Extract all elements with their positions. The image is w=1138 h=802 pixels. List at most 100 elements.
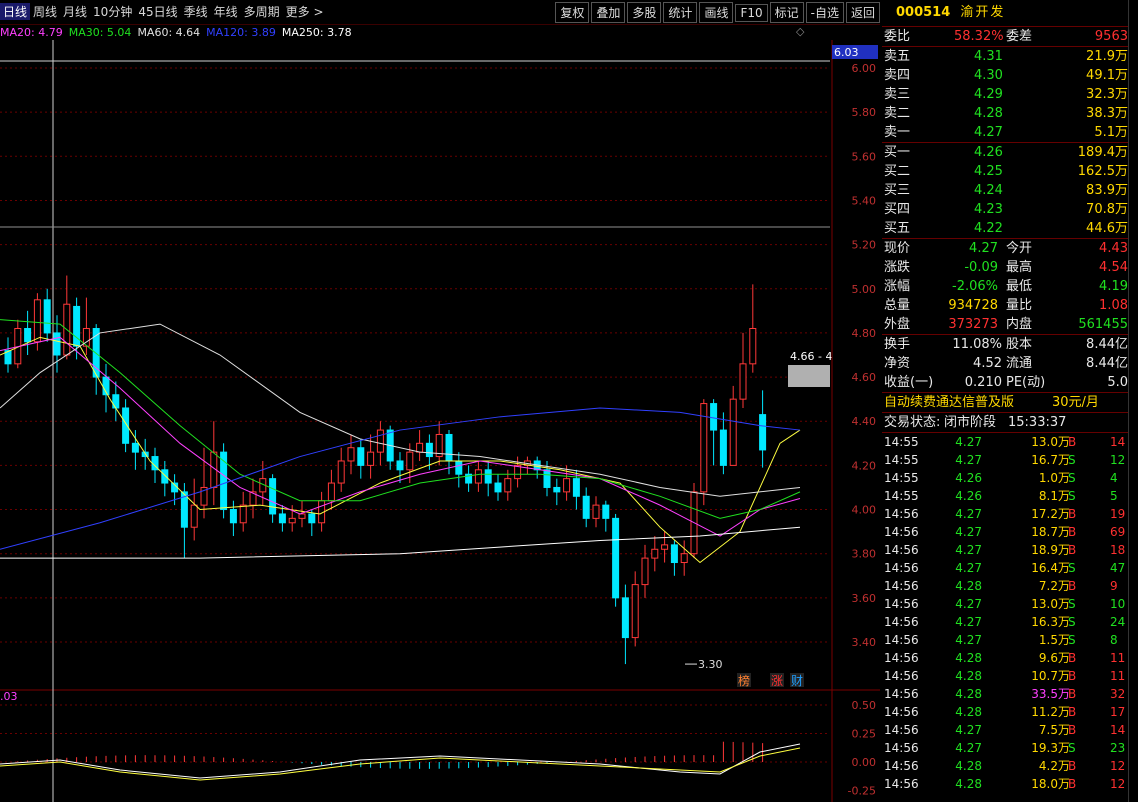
book-row: 买一 4.26 189.4万 [884,145,1128,160]
ask-book: 卖五 4.31 21.9万 卖四 4.30 49.1万 卖三 4.29 32.3万 卖二 4.28 3… [882,47,1128,143]
range-label: 4.66 - 4 [790,350,832,363]
tool-button[interactable]: 统计 [663,2,698,23]
tick-row: 14:56 4.27 7.5万 B 14 [884,723,1126,737]
price-tick: 3.40 [852,636,877,649]
ind-tick: 0.00 [852,756,877,769]
tick-row: 14:56 4.27 17.2万 B 19 [884,507,1126,521]
candle-body [308,513,316,524]
price-tick: 5.40 [852,194,877,207]
candle-body [670,544,678,564]
candle-body [278,513,286,524]
book-row: 买四 4.23 70.8万 [884,202,1128,217]
fund-row: 收益(一) 0.210 PE(动) 5.0 [884,375,1128,390]
candle-body [425,442,433,458]
candle-body [445,433,453,462]
tick-row: 14:56 4.28 18.0万 B 12 [884,777,1126,791]
tick-row: 14:56 4.28 33.5万 B 32 [884,687,1126,701]
period-tab[interactable]: 10分钟 [90,3,135,20]
stock-header: 000514 渝开发 [882,0,1128,27]
period-tab[interactable]: 更多 > [283,3,327,20]
period-tab[interactable]: 日线 [0,3,31,20]
price-tick: 4.80 [852,327,877,340]
period-tab[interactable]: 多周期 [241,3,283,20]
period-tab[interactable]: 45日线 [135,3,180,20]
tool-button[interactable]: 标记 [769,2,804,23]
book-row: 买二 4.25 162.5万 [884,164,1128,179]
candle-body [73,305,81,347]
candle-body [347,447,355,462]
book-row: 卖一 4.27 5.1万 [884,125,1128,140]
candle-body [592,504,600,519]
tool-button[interactable]: 画线 [699,2,734,23]
fund-row: 换手 11.08% 股本 8.44亿 [884,337,1128,352]
tool-button[interactable]: 返回 [845,2,880,23]
range-box [788,365,830,387]
book-row: 卖二 4.28 38.3万 [884,106,1128,121]
period-toolbar: 日线 周线 月线 10分钟 45日线 季线 年线 多周期 更多 > 复权 叠加 多股 统计 画线 F10 标… [0,0,880,25]
trade-status: 交易状态: 闭市阶段 15:33:37 [882,413,1128,433]
candle-body [661,544,669,550]
tool-button[interactable]: F10 [735,4,768,22]
candle-body [229,509,237,524]
candle-body [269,478,277,515]
chart-tools: 复权 叠加 多股 统计 画线 F10 标记 -自选 返回 [553,2,880,23]
candle-body [239,504,247,524]
tick-row: 14:56 4.28 4.2万 B 12 [884,759,1126,773]
price-tick: 4.00 [852,504,877,517]
book-row: 卖四 4.30 49.1万 [884,68,1128,83]
candle-body [749,328,757,365]
period-tab[interactable]: 周线 [30,3,60,20]
tool-button[interactable]: 叠加 [591,2,626,23]
tick-row: 14:56 4.27 1.5万 S 8 [884,633,1118,647]
ma-label: MA250: 3.78 [281,26,352,39]
candle-body [651,548,659,559]
low-label: 3.30 [698,658,723,671]
candle-body [357,447,365,466]
tool-button[interactable]: 多股 [627,2,662,23]
marker-label: 财 [791,674,803,688]
fund-row: 净资 4.52 流通 8.44亿 [884,356,1128,371]
period-tab[interactable]: 年线 [211,3,241,20]
tool-button[interactable]: 复权 [555,2,590,23]
price-tick: 5.20 [852,239,877,252]
candle-body [553,486,561,493]
candle-body [396,460,404,471]
candle-body [43,299,51,334]
price-tick: 5.00 [852,283,877,296]
marker-label: 榜 [738,673,750,688]
weicha-value: 9563 [1094,29,1128,44]
quote-panel: 000514 渝开发 委比 58.32% 委差 9563 卖五 4.31 21.9万… [882,0,1128,802]
book-row: 卖三 4.29 32.3万 [884,87,1128,102]
candle-body [190,504,198,528]
price-tick: 3.60 [852,592,877,605]
tick-row: 14:55 4.27 13.0万 B 14 [884,435,1126,449]
candle-body [161,469,169,484]
candle-body [612,517,620,599]
ad-banner[interactable]: 自动续费通达信普及版 30元/月 [882,393,1128,413]
price-tick: 6.00 [852,62,877,75]
period-tab[interactable]: 月线 [60,3,90,20]
candle-body [719,429,727,466]
ma-label: MA20: 4.79 [0,26,63,39]
candle-body [406,451,414,471]
kline-chart[interactable]: 3.30 4.66 - 4 榜 涨财 6.00 5.80 5.60 5.40 5.20 5.00… [0,0,880,802]
candle-body [376,429,384,453]
price-tick: 4.60 [852,371,877,384]
candle-body [53,332,61,356]
candle-body [621,597,629,639]
candle-body [494,482,502,493]
stat-row: 总量 934728 量比 1.08 [884,298,1128,313]
stat-row: 外盘 373273 内盘 561455 [884,317,1128,332]
price-tick: 3.80 [852,548,877,561]
tool-button[interactable]: -自选 [805,2,844,23]
tick-row: 14:55 4.27 16.7万 S 12 [884,453,1126,467]
period-tabs: 日线 周线 月线 10分钟 45日线 季线 年线 多周期 更多 > [0,3,327,20]
fundamentals: 换手 11.08% 股本 8.44亿 净资 4.52 流通 8.44亿 收益(一) 0.210 PE… [882,335,1128,393]
candle-body [582,495,590,519]
ma-label: MA60: 4.64 [137,26,201,39]
candle-body [484,469,492,484]
diamond-icon[interactable]: ◇ [796,25,804,38]
tick-row: 14:55 4.26 8.1万 S 5 [884,489,1118,503]
candle-body [631,584,639,639]
period-tab[interactable]: 季线 [181,3,211,20]
